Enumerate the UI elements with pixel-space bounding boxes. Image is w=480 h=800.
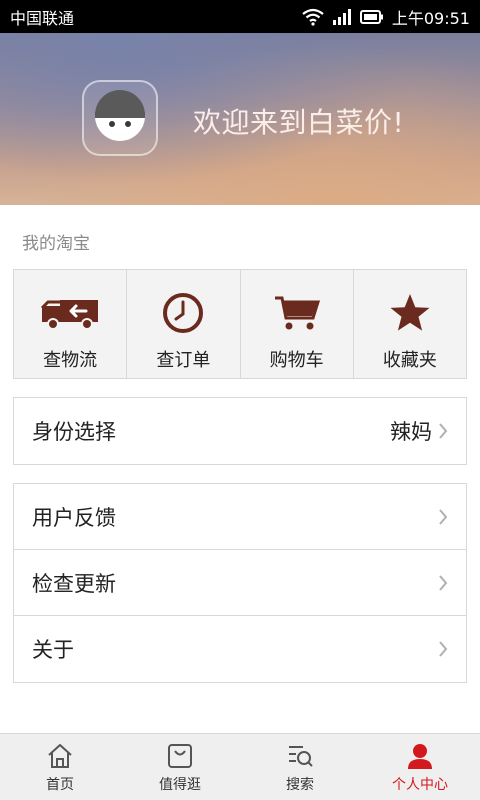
- settings-menu: 用户反馈 检查更新 关于: [13, 483, 467, 683]
- menu-item-label: 关于: [32, 638, 74, 662]
- chevron-right-icon: [438, 422, 448, 440]
- avatar[interactable]: [82, 80, 158, 156]
- chevron-right-icon: [438, 508, 448, 526]
- clock-icon: [162, 292, 204, 334]
- signal-icon: [332, 8, 352, 26]
- nav-home[interactable]: 首页: [0, 734, 120, 800]
- status-bar: 中国联通 上午09:51: [0, 0, 480, 33]
- chevron-right-icon: [438, 574, 448, 592]
- chevron-right-icon: [438, 640, 448, 658]
- nav-label: 值得逛: [159, 776, 201, 793]
- home-icon: [46, 741, 74, 771]
- bottom-nav: 首页 值得逛 搜索 个人中心: [0, 733, 480, 800]
- person-icon: [406, 741, 434, 771]
- identity-group: 身份选择 辣妈: [13, 397, 467, 465]
- star-icon: [389, 292, 431, 334]
- battery-icon: [359, 9, 384, 25]
- welcome-text: 欢迎来到白菜价!: [193, 106, 405, 139]
- menu-item-label: 检查更新: [32, 571, 116, 596]
- identity-label: 身份选择: [32, 420, 116, 444]
- nav-search[interactable]: 搜索: [240, 734, 360, 800]
- menu-item-label: 用户反馈: [32, 505, 116, 530]
- nav-label: 搜索: [286, 776, 314, 793]
- profile-header: 欢迎来到白菜价!: [0, 33, 480, 205]
- identity-value: 辣妈: [390, 420, 432, 444]
- mascot-icon: [92, 88, 148, 148]
- clock-time: 上午09:51: [391, 8, 470, 28]
- wifi-icon: [302, 8, 324, 26]
- shortcut-label: 收藏夹: [382, 350, 437, 371]
- cart-icon: [273, 292, 321, 334]
- identity-row[interactable]: 身份选择 辣妈: [14, 398, 466, 464]
- menu-item-check-update[interactable]: 检查更新: [14, 550, 466, 616]
- nav-label: 首页: [46, 776, 74, 793]
- status-icons: 上午09:51: [302, 5, 470, 29]
- shortcut-label: 查订单: [156, 350, 211, 371]
- nav-worth-browsing[interactable]: 值得逛: [120, 734, 240, 800]
- shortcut-label: 查物流: [43, 350, 98, 371]
- shortcut-orders[interactable]: 查订单: [127, 270, 241, 378]
- carrier-name: 中国联通: [10, 8, 75, 28]
- truck-icon: [40, 292, 100, 334]
- shortcut-logistics[interactable]: 查物流: [14, 270, 128, 378]
- shortcut-cart[interactable]: 购物车: [241, 270, 354, 378]
- section-title: 我的淘宝: [22, 234, 90, 254]
- shortcut-grid: 查物流 查订单 购物车 收藏夹: [13, 269, 467, 379]
- menu-item-feedback[interactable]: 用户反馈: [14, 484, 466, 550]
- shortcut-label: 购物车: [269, 350, 324, 371]
- search-list-icon: [286, 741, 314, 771]
- nav-label: 个人中心: [392, 776, 448, 793]
- shortcut-favorites[interactable]: 收藏夹: [354, 270, 466, 378]
- menu-item-about[interactable]: 关于: [14, 616, 466, 682]
- shopping-bag-icon: [166, 741, 194, 771]
- nav-personal-center[interactable]: 个人中心: [360, 734, 480, 800]
